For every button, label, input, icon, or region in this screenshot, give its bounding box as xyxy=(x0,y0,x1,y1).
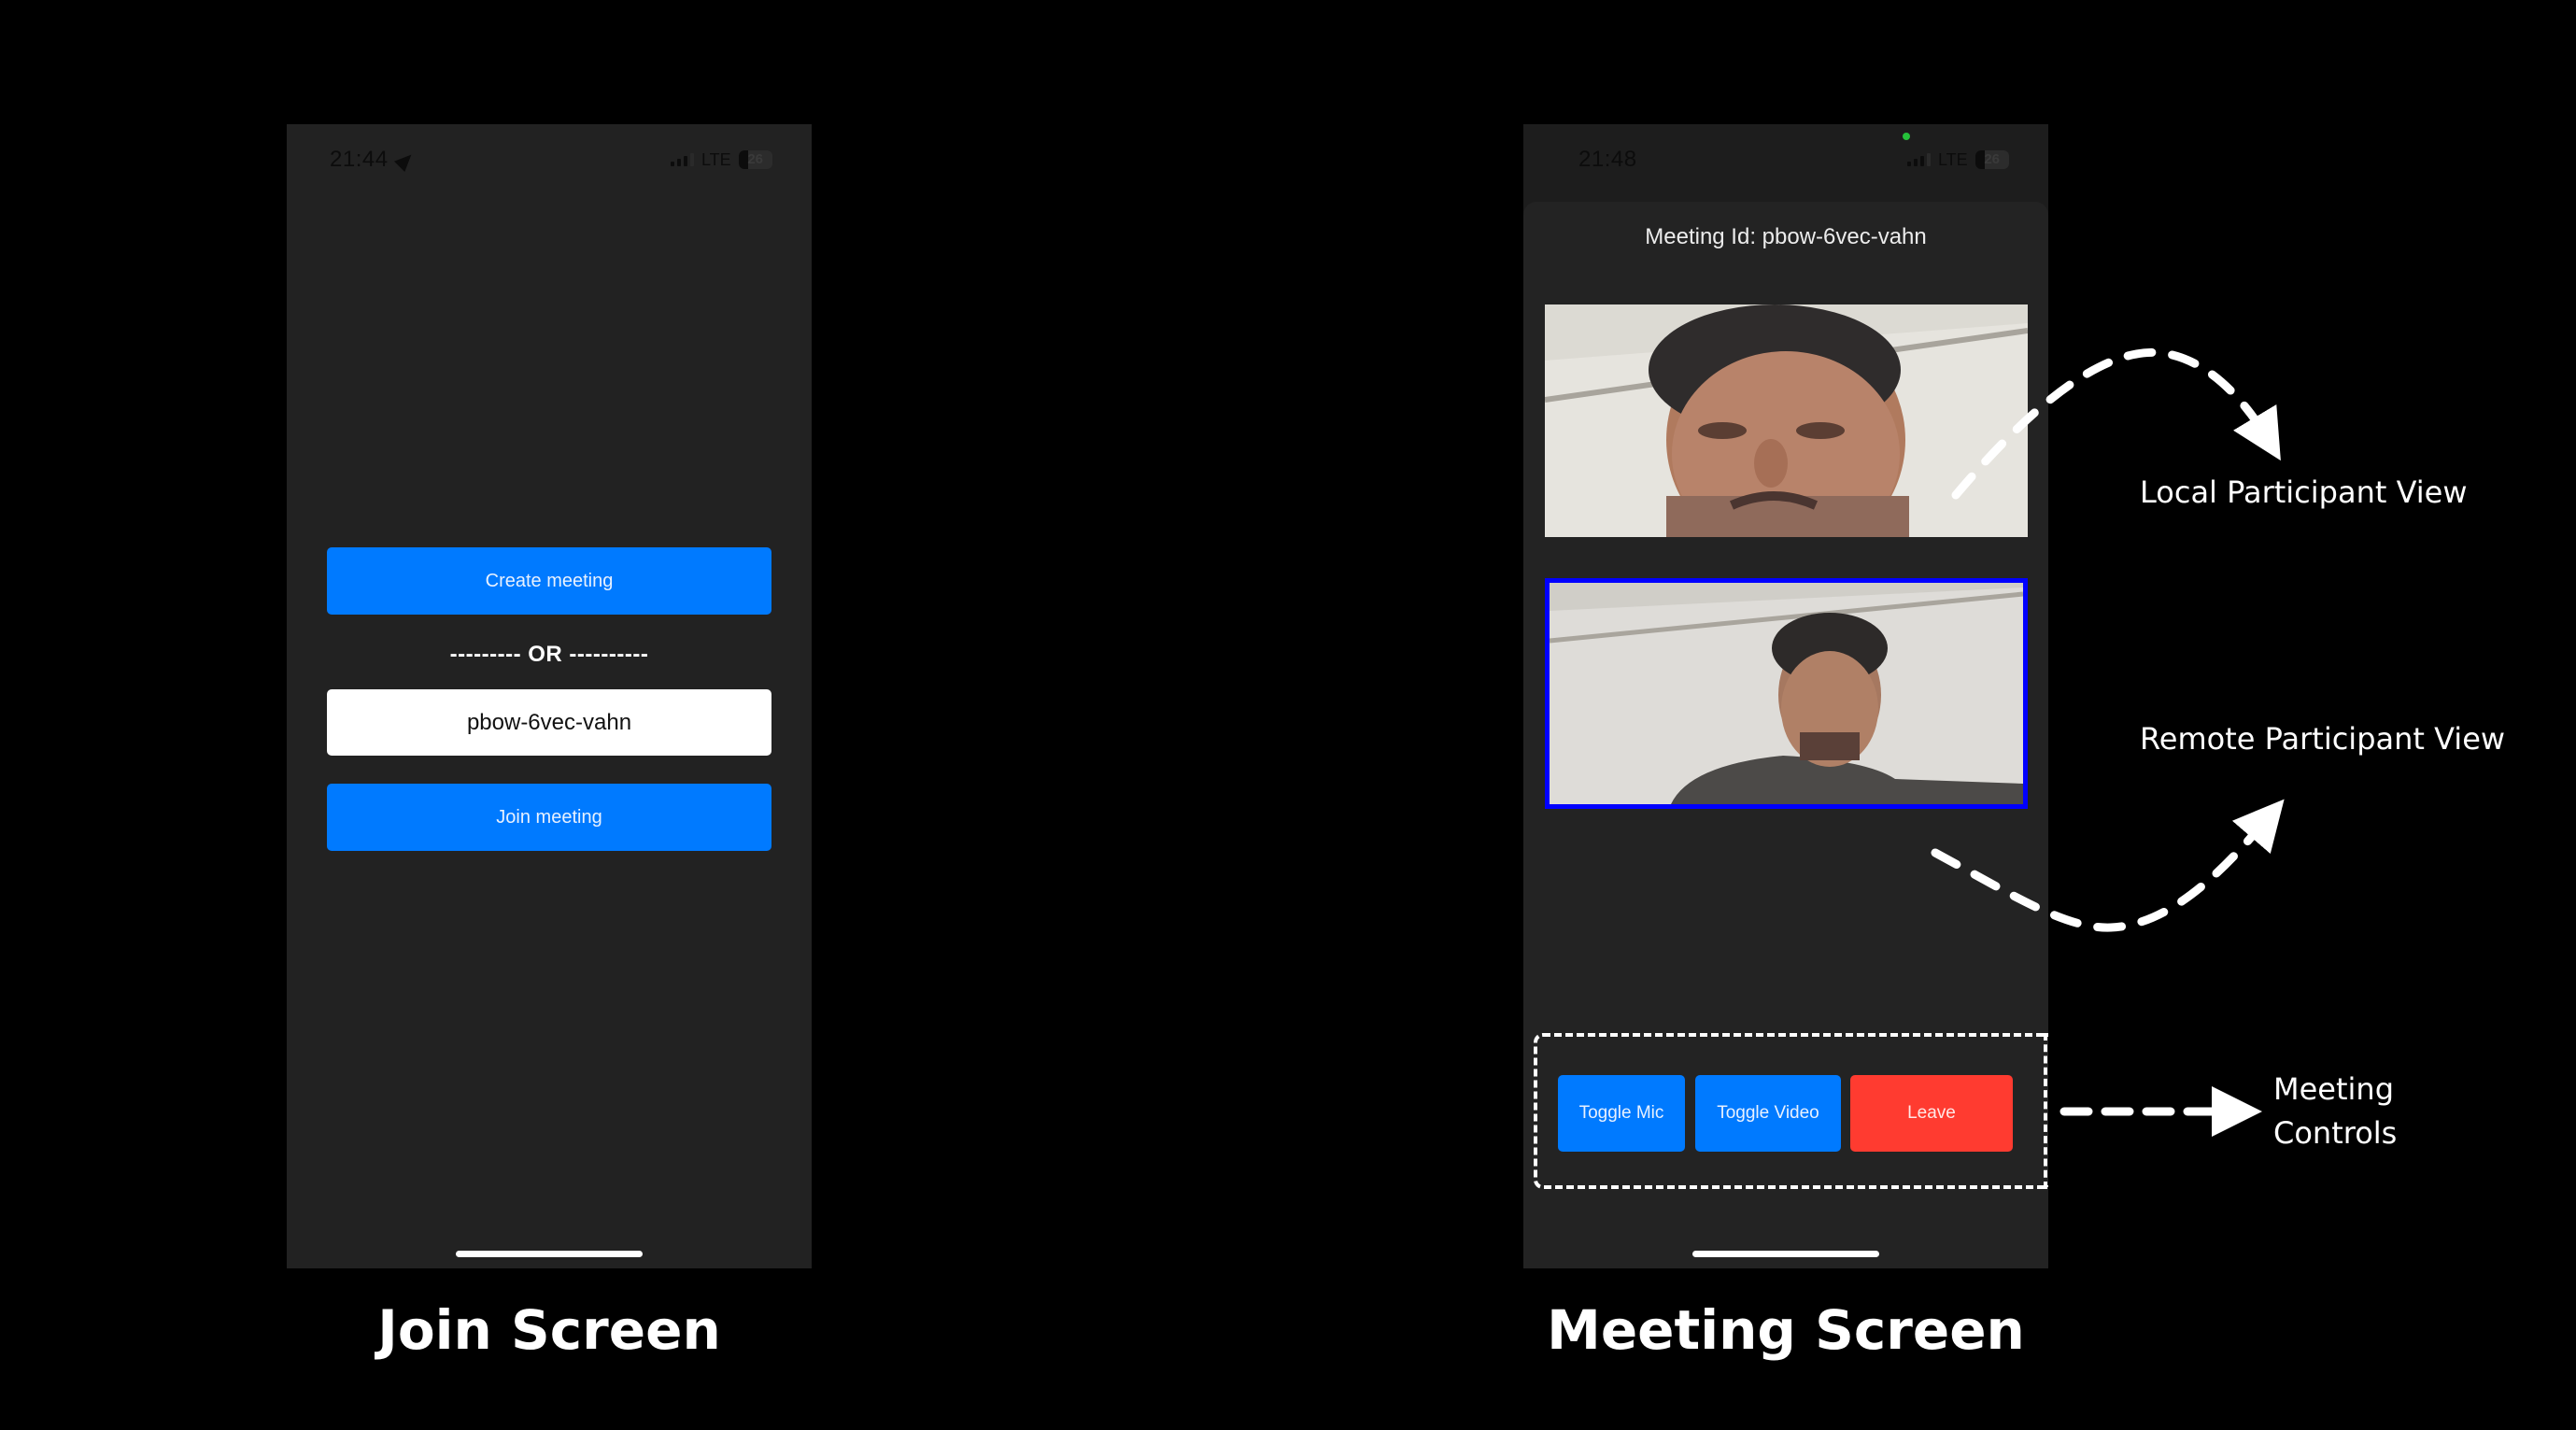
join-screen-phone: 21:44 LTE 26 Create meeting --------- OR… xyxy=(287,124,812,1268)
create-meeting-button[interactable]: Create meeting xyxy=(327,547,771,615)
local-participant-video xyxy=(1545,304,2028,537)
meeting-controls-highlight-box-edge xyxy=(2044,1033,2047,1189)
battery-icon: 26 xyxy=(738,150,772,169)
meeting-id-input[interactable]: pbow-6vec-vahn xyxy=(327,689,771,756)
meeting-screen-caption: Meeting Screen xyxy=(1547,1298,2025,1362)
meeting-controls-label: Meeting Controls xyxy=(2273,1068,2397,1155)
join-meeting-button[interactable]: Join meeting xyxy=(327,784,771,851)
signal-icon xyxy=(1907,153,1931,166)
meeting-controls-label-line1: Meeting xyxy=(2273,1071,2395,1107)
remote-participant-view-label: Remote Participant View xyxy=(2140,721,2506,757)
meeting-controls-label-line2: Controls xyxy=(2273,1115,2398,1151)
battery-icon: 26 xyxy=(1974,150,2009,169)
local-video-frame xyxy=(1545,304,2028,537)
status-bar-right: LTE 26 xyxy=(1907,149,2009,171)
network-type: LTE xyxy=(701,149,731,169)
network-type: LTE xyxy=(1938,149,1968,169)
signal-icon xyxy=(671,153,694,166)
remote-participant-video xyxy=(1545,578,2028,809)
status-bar-time: 21:44 xyxy=(330,147,417,173)
home-indicator[interactable] xyxy=(1692,1251,1879,1257)
join-screen-caption: Join Screen xyxy=(377,1298,721,1362)
home-indicator[interactable] xyxy=(456,1251,643,1257)
local-participant-view-label: Local Participant View xyxy=(2140,474,2468,510)
meeting-controls-highlight-box xyxy=(1534,1033,2048,1189)
camera-in-use-indicator xyxy=(1903,133,1910,140)
location-arrow-icon xyxy=(393,149,417,172)
status-bar-time: 21:48 xyxy=(1578,147,1637,172)
remote-video-frame xyxy=(1550,583,2023,804)
meeting-id-label: Meeting Id: pbow-6vec-vahn xyxy=(1645,224,1927,249)
status-bar-right: LTE 26 xyxy=(671,149,772,171)
or-separator: --------- OR ---------- xyxy=(449,642,649,667)
